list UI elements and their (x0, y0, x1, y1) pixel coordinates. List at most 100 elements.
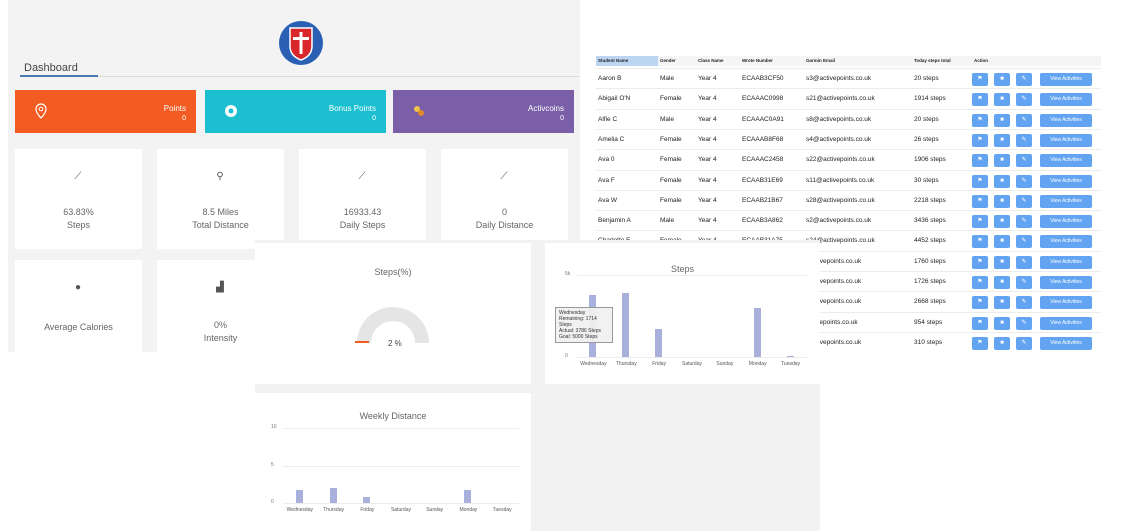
trash-icon[interactable]: ■ (994, 133, 1010, 147)
column-header[interactable]: Garmin Email (804, 56, 912, 66)
bar-friday[interactable] (363, 497, 371, 503)
edit-icon[interactable]: ✎ (1016, 113, 1032, 127)
flag-icon[interactable]: ⚑ (972, 255, 988, 269)
flag-icon[interactable]: ⚑ (972, 154, 988, 168)
edit-icon[interactable]: ✎ (1016, 296, 1032, 310)
flag-icon[interactable]: ⚑ (972, 93, 988, 107)
view-activities-button[interactable]: View Activities (1040, 93, 1092, 107)
bar-tuesday[interactable] (786, 355, 794, 357)
y-tick-label: 0 (565, 353, 568, 359)
flag-icon[interactable]: ⚑ (972, 194, 988, 208)
bar-monday[interactable] (753, 307, 761, 357)
metric-total-distance: ⚲ 8.5 Miles Total Distance (157, 149, 284, 249)
bar-monday[interactable] (464, 490, 472, 503)
edit-icon[interactable]: ✎ (1016, 276, 1032, 289)
apple-icon: ● (74, 282, 82, 293)
cell-name: Abigail O'N (598, 95, 631, 103)
trash-icon[interactable]: ■ (994, 73, 1010, 86)
flag-icon[interactable]: ⚑ (972, 73, 988, 86)
cell-number: ECAAAC0A91 (742, 115, 784, 123)
column-header[interactable]: Gender (658, 56, 696, 66)
view-activities-button[interactable]: View Activities (1040, 174, 1092, 188)
chart-title: Steps (670, 264, 694, 274)
flag-icon[interactable]: ⚑ (972, 113, 988, 127)
cell-number: ECAAB3CF50 (742, 75, 784, 82)
bar-thursday[interactable] (329, 488, 337, 503)
trash-icon[interactable]: ■ (994, 113, 1010, 127)
flag-icon[interactable]: ⚑ (972, 174, 988, 188)
view-activities-button[interactable]: View Activities (1040, 133, 1092, 147)
edit-icon[interactable]: ✎ (1016, 174, 1032, 188)
view-activities-button[interactable]: View Activities (1040, 276, 1092, 289)
view-activities-button[interactable]: View Activities (1040, 316, 1092, 330)
view-activities-button[interactable]: View Activities (1040, 296, 1092, 310)
cell-email: s2@activepoints.co.uk (806, 217, 872, 225)
trash-icon[interactable]: ■ (994, 336, 1010, 350)
trash-icon[interactable]: ■ (994, 316, 1010, 330)
view-activities-button[interactable]: View Activities (1040, 73, 1092, 86)
edit-icon[interactable]: ✎ (1016, 316, 1032, 330)
flag-icon[interactable]: ⚑ (972, 276, 988, 289)
points-card[interactable]: Points 0 (15, 90, 196, 133)
edit-icon[interactable]: ✎ (1016, 336, 1032, 350)
trash-icon[interactable]: ■ (994, 255, 1010, 269)
cell-email: s8@activepoints.co.uk (806, 115, 872, 123)
view-activities-button[interactable]: View Activities (1040, 215, 1092, 229)
column-header[interactable]: Student Name (596, 56, 658, 66)
cell-steps: 20 steps (914, 115, 939, 123)
gridline (283, 503, 519, 504)
edit-icon[interactable]: ✎ (1016, 215, 1032, 229)
bar-friday[interactable] (655, 329, 663, 357)
metric-label: Steps (66, 220, 90, 230)
x-tick-label: Tuesday (781, 361, 801, 367)
gridline (577, 357, 807, 358)
x-tick-label: Sunday (716, 361, 734, 367)
edit-icon[interactable]: ✎ (1016, 194, 1032, 208)
flag-icon[interactable]: ⚑ (972, 336, 988, 350)
flag-icon[interactable]: ⚑ (972, 133, 988, 147)
view-activities-button[interactable]: View Activities (1040, 113, 1092, 127)
chart-line-icon: ⟋ (74, 171, 82, 182)
bonus-points-card[interactable]: Bonus Points 0 (205, 90, 386, 133)
metric-label: Total Distance (192, 220, 249, 230)
trash-icon[interactable]: ■ (994, 194, 1010, 208)
table-row: Benjamin A Male Year 4 ECAAB3A862 s2@activep… (596, 210, 1101, 230)
column-header[interactable]: Today steps total (912, 56, 972, 66)
bar-thursday[interactable] (622, 293, 630, 357)
trash-icon[interactable]: ■ (994, 154, 1010, 168)
table-row: Ava F Female Year 4 ECAAB31E69 s11@activepoi… (596, 169, 1101, 190)
trash-icon[interactable]: ■ (994, 174, 1010, 188)
edit-icon[interactable]: ✎ (1016, 235, 1032, 249)
view-activities-button[interactable]: View Activities (1040, 194, 1092, 208)
view-activities-button[interactable]: View Activities (1040, 235, 1092, 249)
flag-icon[interactable]: ⚑ (972, 316, 988, 330)
trash-icon[interactable]: ■ (994, 235, 1010, 249)
view-activities-button[interactable]: View Activities (1040, 336, 1092, 350)
flag-icon[interactable]: ⚑ (972, 296, 988, 310)
flag-icon[interactable]: ⚑ (972, 235, 988, 249)
cell-steps: 2218 steps (914, 196, 946, 204)
trash-icon[interactable]: ■ (994, 276, 1010, 289)
cell-gender: Female (660, 176, 682, 184)
metric-steps: ⟋ 63.83% Steps (15, 149, 142, 249)
edit-icon[interactable]: ✎ (1016, 255, 1032, 269)
trash-icon[interactable]: ■ (994, 93, 1010, 107)
tooltip-line: Remaining: 1714 Steps (559, 316, 597, 328)
edit-icon[interactable]: ✎ (1016, 73, 1032, 86)
chart-line-icon: ⟋ (500, 171, 508, 182)
trash-icon[interactable]: ■ (994, 215, 1010, 229)
metric-daily-distance: ⟋ 0 Daily Distance (441, 149, 568, 249)
column-header[interactable]: Class Name (696, 56, 740, 66)
trash-icon[interactable]: ■ (994, 296, 1010, 310)
bar-wednesday[interactable] (295, 489, 303, 503)
edit-icon[interactable]: ✎ (1016, 154, 1032, 168)
edit-icon[interactable]: ✎ (1016, 93, 1032, 107)
area-chart-icon: ▟ (216, 282, 224, 293)
activcoins-card[interactable]: Activcoins 0 (393, 90, 574, 133)
flag-icon[interactable]: ⚑ (972, 215, 988, 229)
edit-icon[interactable]: ✎ (1016, 133, 1032, 147)
column-header[interactable]: Wrote Number (740, 56, 804, 66)
column-header[interactable]: Action (972, 56, 1101, 66)
view-activities-button[interactable]: View Activities (1040, 255, 1092, 269)
view-activities-button[interactable]: View Activities (1040, 154, 1092, 168)
